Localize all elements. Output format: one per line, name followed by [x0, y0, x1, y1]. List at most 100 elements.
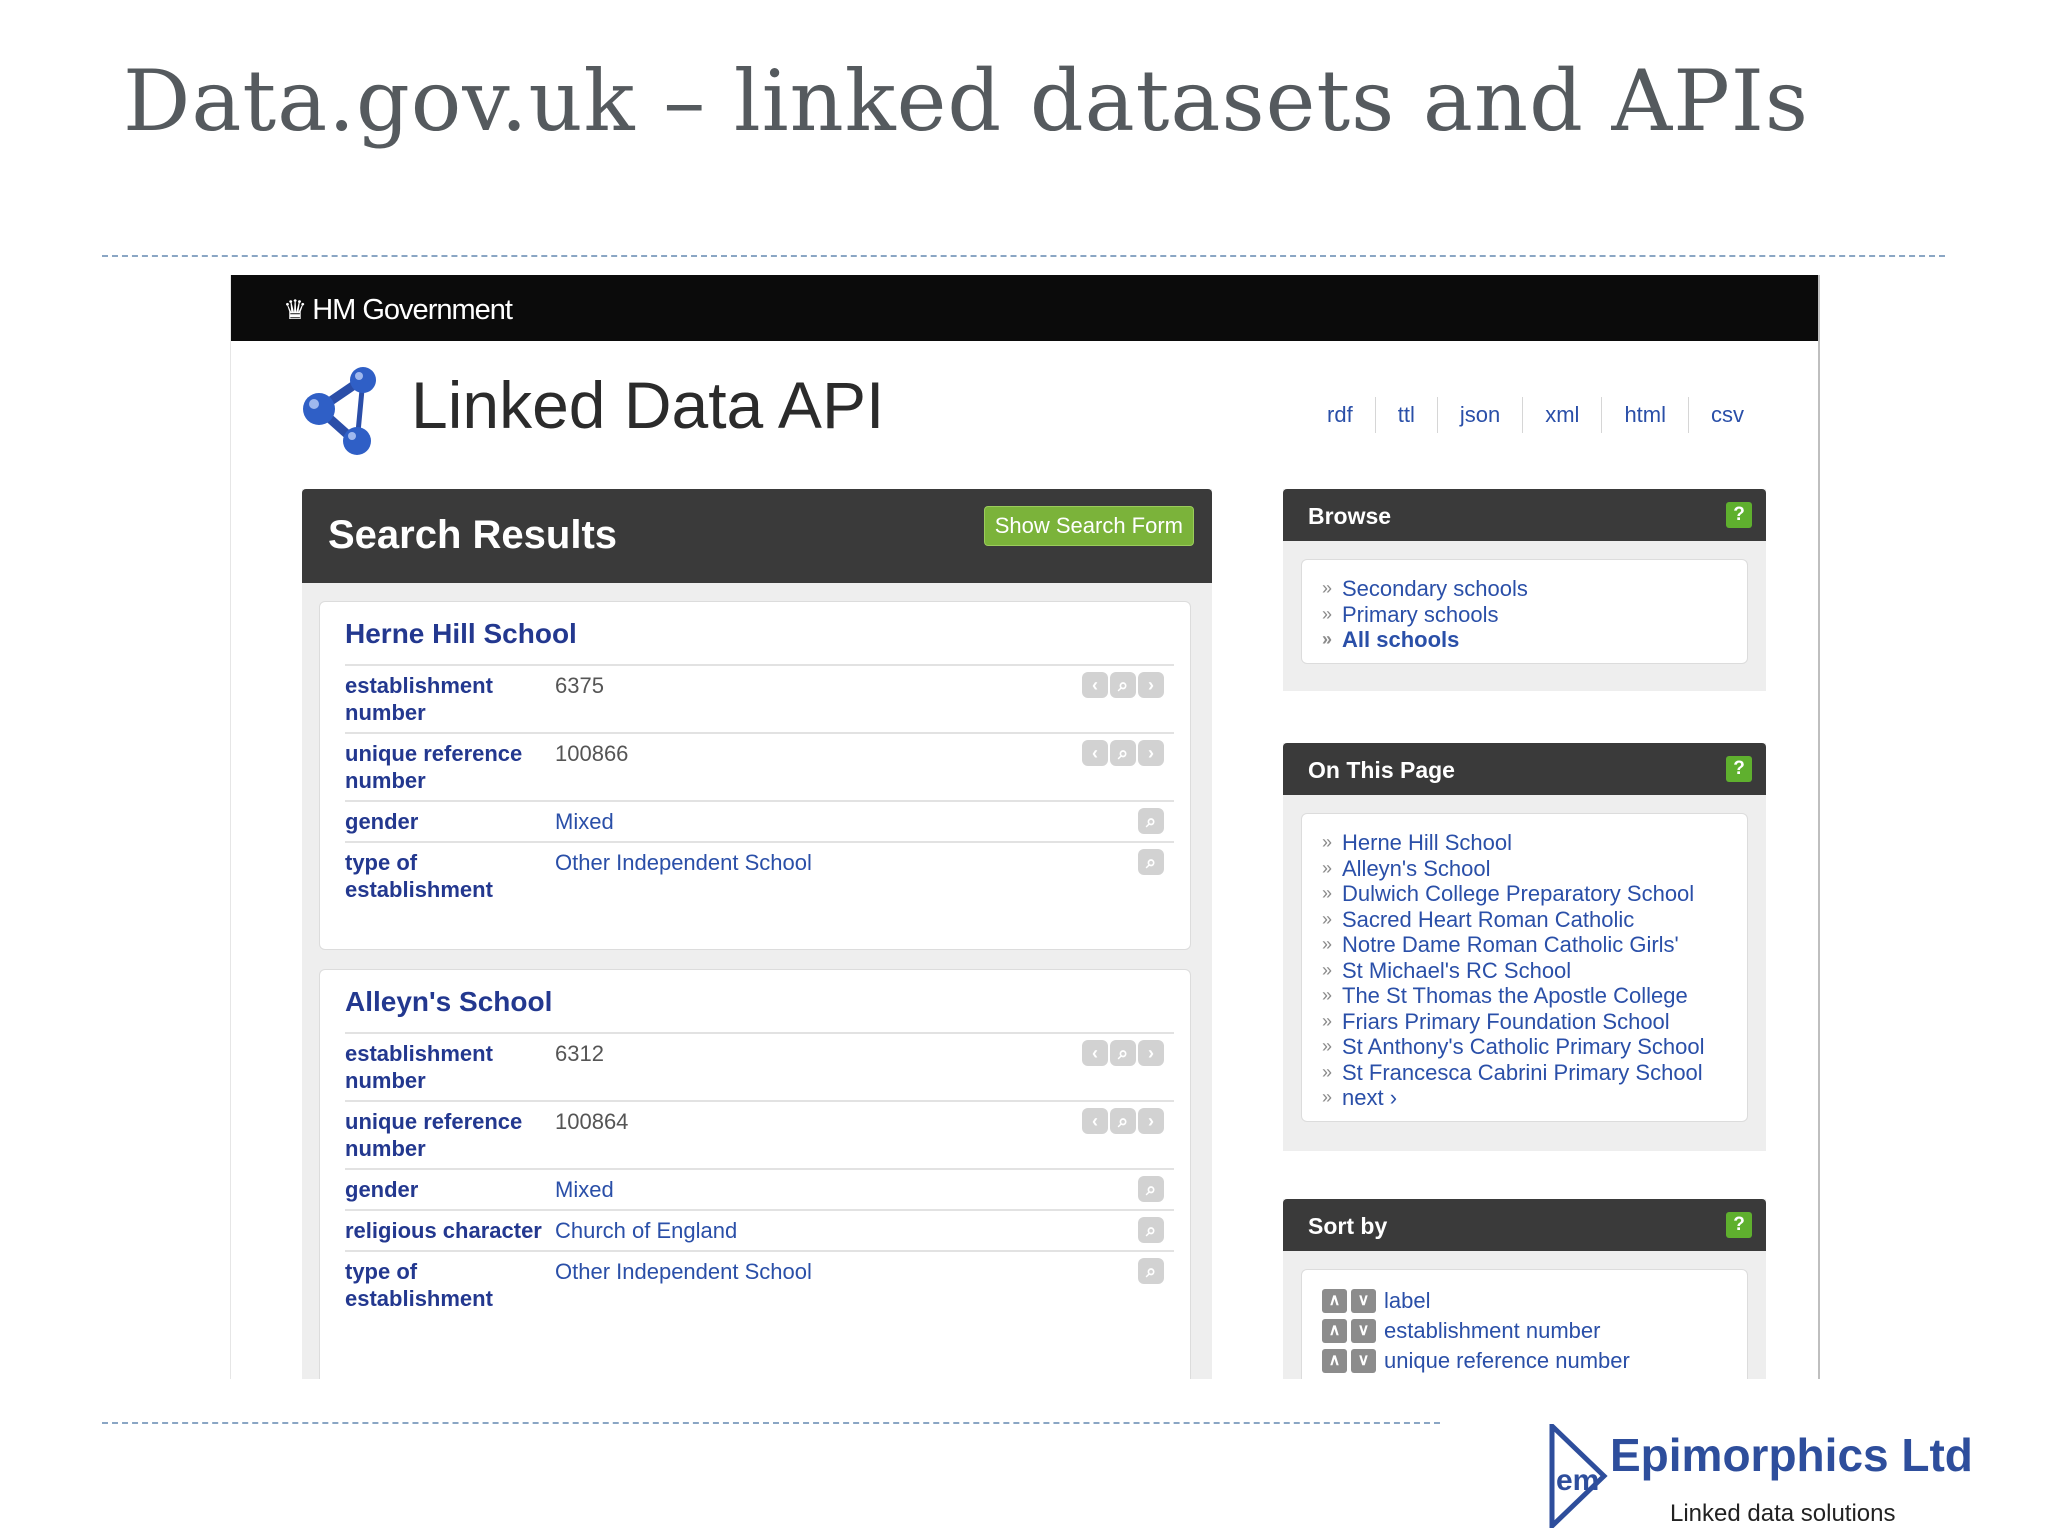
previous-icon[interactable]: ‹ [1082, 1040, 1108, 1066]
property-row: religious character Church of England ⌕ [345, 1209, 1174, 1250]
chevron-right-icon: » [1322, 908, 1333, 929]
chevron-right-icon: » [1322, 1061, 1333, 1082]
page-item-label: Friars Primary Foundation School [1342, 1008, 1670, 1034]
company-name: Epimorphics Ltd [1610, 1429, 1973, 1481]
result-title[interactable]: Alleyn's School [345, 986, 1190, 1018]
sort-ascending-icon[interactable]: ∧ [1322, 1289, 1347, 1313]
previous-icon[interactable]: ‹ [1082, 740, 1108, 766]
page-item[interactable]: » Sacred Heart Roman Catholic [1322, 907, 1729, 933]
format-link-json[interactable]: json [1436, 397, 1522, 433]
result-title[interactable]: Herne Hill School [345, 618, 1190, 650]
page-item[interactable]: » St Michael's RC School [1322, 958, 1729, 984]
slide-title: Data.gov.uk – linked datasets and APIs [123, 52, 1810, 150]
search-results-header: Search Results Show Search Form [302, 489, 1212, 583]
property-icons: ⌕ [1138, 808, 1164, 834]
search-icon[interactable]: ⌕ [1110, 1108, 1136, 1134]
page-item-label: The St Thomas the Apostle College [1342, 983, 1688, 1008]
property-label[interactable]: unique reference number [345, 740, 555, 794]
sort-item-text[interactable]: unique reference number [1384, 1346, 1630, 1376]
property-label[interactable]: establishment number [345, 672, 555, 726]
page-item[interactable]: » St Francesca Cabrini Primary School [1322, 1060, 1729, 1086]
show-search-form-button[interactable]: Show Search Form [983, 506, 1194, 546]
chevron-right-icon: » [1322, 857, 1333, 878]
sort-descending-icon[interactable]: ∨ [1351, 1349, 1376, 1373]
previous-icon[interactable]: ‹ [1082, 672, 1108, 698]
search-icon[interactable]: ⌕ [1138, 808, 1164, 834]
chevron-right-icon: » [1322, 883, 1333, 903]
search-icon[interactable]: ⌕ [1110, 740, 1136, 766]
property-label[interactable]: establishment number [345, 1040, 555, 1094]
sort-descending-icon[interactable]: ∨ [1351, 1319, 1376, 1343]
hm-government-text: HM Government [312, 294, 513, 326]
next-icon[interactable]: › [1138, 1040, 1164, 1066]
browse-item-label: All schools [1342, 627, 1460, 652]
property-label[interactable]: unique reference number [345, 1108, 555, 1162]
sort-item-text[interactable]: label [1384, 1286, 1430, 1316]
sort-ascending-icon[interactable]: ∧ [1322, 1319, 1347, 1343]
property-label[interactable]: type of establishment [345, 1258, 555, 1312]
property-value[interactable]: Other Independent School [555, 849, 812, 903]
property-value: 100866 [555, 741, 629, 766]
previous-icon[interactable]: ‹ [1082, 1108, 1108, 1134]
property-value[interactable]: Mixed [555, 1176, 614, 1203]
crest-icon: ♛ [283, 295, 307, 325]
browse-item-secondary-schools[interactable]: » Secondary schools [1322, 576, 1729, 602]
property-label[interactable]: religious character [345, 1217, 555, 1244]
property-icons: ‹ ⌕ › [1082, 740, 1164, 766]
on-this-page-title: On This Page [1308, 757, 1455, 783]
linked-data-api-logo-icon [303, 367, 376, 455]
page-item[interactable]: » Friars Primary Foundation School [1322, 1009, 1729, 1035]
page-item[interactable]: » Notre Dame Roman Catholic Girls' [1322, 932, 1729, 958]
format-link-csv[interactable]: csv [1688, 397, 1766, 433]
help-icon[interactable]: ? [1726, 756, 1752, 782]
search-icon[interactable]: ⌕ [1138, 1176, 1164, 1202]
sort-descending-icon[interactable]: ∨ [1351, 1289, 1376, 1313]
next-page-link[interactable]: » next › [1322, 1085, 1729, 1111]
format-link-xml[interactable]: xml [1522, 397, 1601, 433]
property-icons: ‹ ⌕ › [1082, 672, 1164, 698]
format-link-rdf[interactable]: rdf [1305, 397, 1375, 433]
page-item-label: St Michael's RC School [1342, 957, 1572, 983]
page-item[interactable]: » The St Thomas the Apostle College [1322, 983, 1729, 1009]
browse-item-primary-schools[interactable]: » Primary schools [1322, 602, 1729, 628]
property-value[interactable]: Mixed [555, 808, 614, 835]
chevron-right-icon: » [1322, 934, 1333, 954]
search-icon[interactable]: ⌕ [1138, 1258, 1164, 1284]
bottom-divider [102, 1422, 1440, 1424]
page-item[interactable]: » Alleyn's School [1322, 856, 1729, 882]
page-item-label: Notre Dame Roman Catholic Girls' [1342, 932, 1679, 957]
next-icon[interactable]: › [1138, 740, 1164, 766]
sort-ascending-icon[interactable]: ∧ [1322, 1349, 1347, 1373]
page-item-label: Alleyn's School [1342, 855, 1491, 881]
help-icon[interactable]: ? [1726, 502, 1752, 528]
next-page-label: next › [1342, 1085, 1398, 1110]
property-label[interactable]: gender [345, 808, 555, 835]
format-link-ttl[interactable]: ttl [1374, 397, 1437, 433]
sort-item-label: ∧ ∨ label [1322, 1286, 1729, 1316]
property-value[interactable]: Church of England [555, 1217, 737, 1244]
next-icon[interactable]: › [1138, 672, 1164, 698]
property-label[interactable]: gender [345, 1176, 555, 1203]
page-item[interactable]: » Herne Hill School [1322, 830, 1729, 856]
format-link-html[interactable]: html [1601, 397, 1688, 433]
hm-government-logo[interactable]: ♛ HM Government [283, 294, 513, 327]
property-label[interactable]: type of establishment [345, 849, 555, 903]
sort-item-text[interactable]: establishment number [1384, 1316, 1600, 1346]
property-icons: ⌕ [1138, 1217, 1164, 1243]
on-this-page-panel: On This Page ? » Herne Hill School » Alley… [1283, 743, 1766, 1151]
search-icon[interactable]: ⌕ [1138, 849, 1164, 875]
search-icon[interactable]: ⌕ [1110, 672, 1136, 698]
chevron-right-icon: » [1322, 629, 1333, 649]
chevron-right-icon: » [1322, 985, 1333, 1005]
company-tagline: Linked data solutions [1670, 1500, 1896, 1527]
search-icon[interactable]: ⌕ [1138, 1217, 1164, 1243]
help-icon[interactable]: ? [1726, 1212, 1752, 1238]
search-icon[interactable]: ⌕ [1110, 1040, 1136, 1066]
page-item[interactable]: » St Anthony's Catholic Primary School [1322, 1034, 1729, 1060]
property-icons: ⌕ [1138, 1258, 1164, 1284]
sort-by-title: Sort by [1308, 1213, 1388, 1239]
browse-item-all-schools[interactable]: » All schools [1322, 627, 1729, 653]
page-item[interactable]: » Dulwich College Preparatory School [1322, 881, 1729, 907]
property-value[interactable]: Other Independent School [555, 1258, 812, 1312]
next-icon[interactable]: › [1138, 1108, 1164, 1134]
